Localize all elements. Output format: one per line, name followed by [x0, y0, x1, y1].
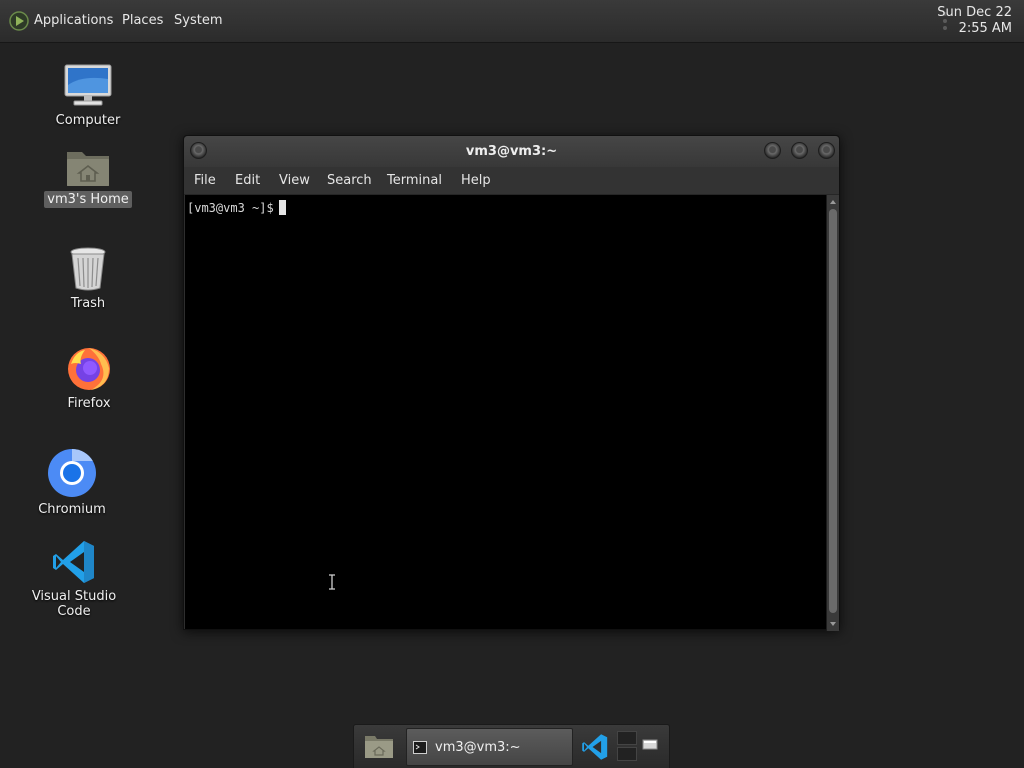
- desktop-icon-label: vm3's Home: [44, 191, 132, 208]
- ibeam-cursor-icon: [329, 574, 335, 590]
- desktop-icon-label: Chromium: [38, 502, 106, 517]
- menu-edit[interactable]: Edit: [235, 173, 260, 188]
- top-panel: Applications Places System Sun Dec 22 2:…: [0, 0, 1024, 43]
- desktop-icon-label: Visual Studio Code: [31, 589, 117, 619]
- terminal-window: vm3@vm3:~ File Edit View Search Terminal…: [183, 135, 840, 631]
- menu-terminal[interactable]: Terminal: [387, 173, 442, 188]
- computer-icon: [64, 64, 112, 106]
- terminal-icon: [413, 741, 427, 754]
- firefox-icon: [68, 348, 110, 390]
- menu-search[interactable]: Search: [327, 173, 372, 188]
- close-button[interactable]: [818, 142, 835, 159]
- desktop-icon-firefox[interactable]: Firefox: [29, 344, 149, 412]
- desktop-icon-trash[interactable]: Trash: [28, 246, 148, 312]
- trash-icon: [70, 247, 106, 291]
- chromium-icon: [48, 449, 96, 497]
- terminal-scrollbar[interactable]: [826, 195, 839, 631]
- desktop-icon-label: Trash: [70, 296, 106, 311]
- window-title: vm3@vm3:~: [465, 144, 558, 159]
- bottom-taskbar: vm3@vm3:~: [353, 724, 670, 768]
- window-menubar: File Edit View Search Terminal Help: [184, 167, 839, 195]
- places-menu[interactable]: Places: [122, 13, 163, 28]
- applications-menu[interactable]: Applications: [34, 13, 113, 28]
- clock[interactable]: Sun Dec 22 2:55 AM: [937, 5, 1012, 37]
- desktop-icon-vscode[interactable]: Visual Studio Code: [14, 539, 134, 620]
- menu-file[interactable]: File: [194, 173, 216, 188]
- system-menu[interactable]: System: [174, 13, 222, 28]
- minimize-button[interactable]: [764, 142, 781, 159]
- vscode-icon[interactable]: [580, 733, 610, 761]
- taskbar-terminal-button[interactable]: vm3@vm3:~: [406, 728, 573, 766]
- mate-menu-icon[interactable]: [9, 11, 29, 31]
- desktop-icon-computer[interactable]: Computer: [28, 63, 148, 129]
- desktop-icon-label: Firefox: [67, 396, 111, 411]
- workspace-2[interactable]: [617, 747, 637, 761]
- workspace-1[interactable]: [617, 731, 637, 745]
- menu-view[interactable]: View: [279, 173, 310, 188]
- text-cursor: [278, 200, 286, 215]
- terminal-area[interactable]: [vm3@vm3 ~]$: [185, 195, 827, 629]
- vscode-icon: [53, 541, 94, 583]
- files-icon[interactable]: [364, 733, 394, 759]
- scroll-down-icon[interactable]: [827, 619, 839, 629]
- desktop-icon-label: Computer: [55, 113, 121, 128]
- desktop-icon-home[interactable]: vm3's Home: [28, 146, 148, 208]
- terminal-prompt: [vm3@vm3 ~]$: [187, 201, 274, 215]
- scroll-up-icon[interactable]: [827, 197, 839, 207]
- desktop-icon-chromium[interactable]: Chromium: [12, 448, 132, 518]
- taskbar-terminal-label: vm3@vm3:~: [435, 740, 521, 755]
- clock-time: 2:55 AM: [958, 21, 1012, 36]
- window-titlebar[interactable]: vm3@vm3:~: [184, 136, 839, 167]
- home-folder-icon: [67, 152, 109, 186]
- show-desktop-icon[interactable]: [642, 739, 658, 751]
- maximize-button[interactable]: [791, 142, 808, 159]
- scroll-thumb[interactable]: [829, 209, 837, 613]
- terminal-prompt-line: [vm3@vm3 ~]$: [187, 200, 286, 215]
- clock-date: Sun Dec 22: [937, 5, 1012, 20]
- menu-help[interactable]: Help: [461, 173, 491, 188]
